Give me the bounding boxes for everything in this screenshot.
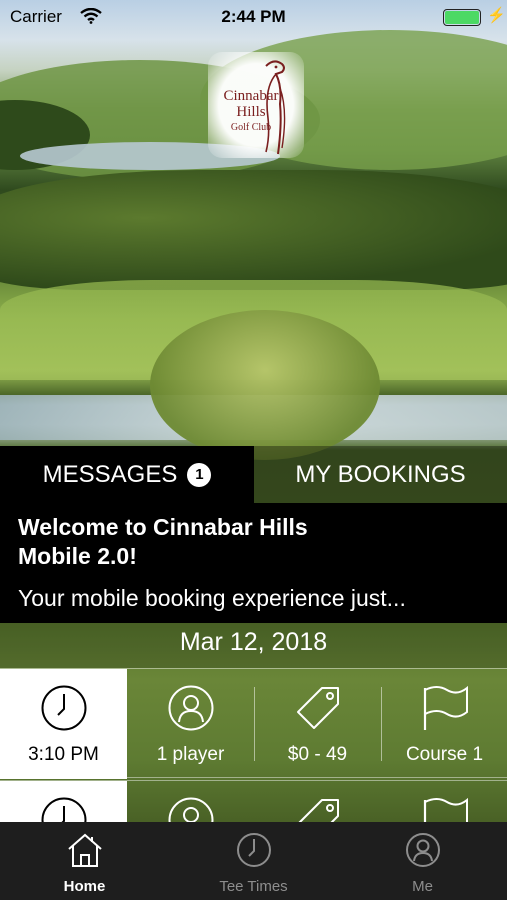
content-tabs: MESSAGES 1 MY BOOKINGS: [0, 446, 507, 503]
course-cell[interactable]: Course 1: [381, 669, 507, 779]
nav-home[interactable]: Home: [0, 822, 169, 900]
players-cell[interactable]: 1 player: [127, 669, 254, 779]
message-card[interactable]: Welcome to Cinnabar Hills Mobile 2.0! Yo…: [0, 503, 507, 623]
logo-subname: Golf Club: [230, 122, 272, 133]
nav-me-label: Me: [412, 878, 433, 895]
tab-bookings-label: MY BOOKINGS: [295, 460, 466, 488]
tee-time-cell[interactable]: 3:10 PM: [0, 669, 127, 779]
nav-tee-times[interactable]: Tee Times: [169, 822, 338, 900]
messages-count-badge: 1: [187, 462, 212, 487]
person-icon: [167, 684, 215, 732]
club-logo: Cinnabar Hills Golf Club: [208, 52, 304, 158]
message-title-line1: Welcome to Cinnabar Hills: [18, 514, 308, 540]
message-body: Your mobile booking experience just...: [18, 585, 406, 611]
bottom-tab-bar: Home Tee Times Me: [0, 822, 507, 900]
price-tag-icon: [294, 684, 342, 732]
person-icon: [405, 832, 441, 872]
tab-messages[interactable]: MESSAGES 1: [0, 446, 254, 503]
logo-wordmark: Cinnabar Hills Golf Club: [208, 88, 294, 136]
tab-messages-label: MESSAGES: [42, 460, 178, 488]
clock-time: 2:44 PM: [221, 7, 286, 26]
course-label: Course 1: [405, 744, 484, 765]
price-cell[interactable]: $0 - 49: [254, 669, 381, 779]
tee-time-row[interactable]: 3:10 PM 1 player $0 - 49 Course 1: [0, 668, 507, 779]
battery-icon: [443, 9, 481, 26]
house-icon: [66, 832, 104, 872]
players-label: 1 player: [156, 744, 225, 765]
nav-tee-times-label: Tee Times: [219, 878, 288, 895]
price-label: $0 - 49: [287, 744, 348, 765]
logo-name: Cinnabar Hills: [223, 88, 279, 120]
clock-icon: [236, 832, 272, 872]
tab-my-bookings[interactable]: MY BOOKINGS: [254, 446, 507, 503]
message-title-line2: Mobile 2.0!: [18, 543, 137, 569]
message-title: Welcome to Cinnabar Hills Mobile 2.0!: [18, 513, 489, 571]
nav-me[interactable]: Me: [338, 822, 507, 900]
flag-icon: [419, 684, 471, 732]
nav-home-label: Home: [63, 878, 106, 895]
charging-icon: ⚡: [487, 7, 506, 24]
tee-time-label: 3:10 PM: [28, 744, 99, 765]
date-header: Mar 12, 2018: [0, 623, 507, 668]
clock-icon: [40, 684, 88, 732]
status-bar: Carrier 2:44 PM ⚡: [0, 0, 507, 36]
